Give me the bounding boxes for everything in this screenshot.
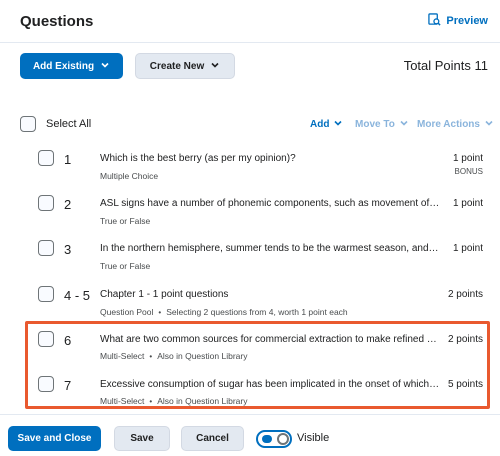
preview-icon [428,13,442,29]
toggle-on-indicator [262,435,272,443]
question-checkbox[interactable] [38,195,54,211]
visible-label: Visible [297,432,330,444]
create-new-label: Create New [149,60,205,72]
move-to-button[interactable]: Move To [355,118,409,131]
move-to-label: Move To [355,119,395,130]
question-type: Question Pool [100,307,154,317]
question-title[interactable]: Which is the best berry (as per my opini… [100,153,440,164]
question-number: 3 [64,242,72,257]
question-title[interactable]: ASL signs have a number of phonemic comp… [100,198,440,209]
toggle-knob [277,433,289,445]
add-existing-button[interactable]: Add Existing [20,53,123,79]
save-label: Save [130,433,154,444]
more-actions-button[interactable]: More Actions [417,118,494,131]
question-type: True or False [100,216,151,226]
question-number: 4 - 5 [64,288,91,303]
question-number: 2 [64,197,72,212]
total-points: Total Points 11 [403,58,488,73]
save-and-close-button[interactable]: Save and Close [8,426,101,451]
chevron-down-icon [399,118,409,131]
question-title[interactable]: Chapter 1 - 1 point questions [100,289,440,300]
select-all-checkbox[interactable] [20,116,36,132]
save-and-close-label: Save and Close [17,433,92,444]
page-header: Questions Preview [0,0,500,43]
chevron-down-icon [484,118,494,131]
question-meta: Multiple Choice [100,171,158,181]
question-checkbox[interactable] [38,150,54,166]
chevron-down-icon [100,60,110,73]
question-number: 1 [64,152,72,167]
chevron-down-icon [210,60,220,73]
separator-dot: • [158,307,162,317]
question-points: 1 point [452,153,483,164]
page-title: Questions [20,13,94,30]
cancel-button[interactable]: Cancel [181,426,244,451]
visible-toggle[interactable] [256,430,292,448]
question-title[interactable]: In the northern hemisphere, summer tends… [100,243,440,254]
add-menu-label: Add [310,119,330,130]
question-meta: True or False [100,261,150,271]
question-type: Multiple Choice [100,171,159,181]
more-actions-label: More Actions [417,119,480,130]
chevron-down-icon [333,118,343,131]
preview-button[interactable]: Preview [428,13,488,29]
create-new-button[interactable]: Create New [135,53,235,79]
bonus-badge: BONUS [454,167,483,176]
question-points: 1 point [452,198,483,209]
preview-label: Preview [446,15,488,27]
add-existing-label: Add Existing [32,60,95,72]
question-meta: Question Pool • Selecting 2 questions fr… [100,307,348,317]
question-points: 1 point [452,243,483,254]
question-type: True or False [100,261,151,271]
select-all-label: Select All [46,118,92,130]
question-checkbox[interactable] [38,286,54,302]
highlight-box [25,321,490,409]
question-extra: Selecting 2 questions from 4, worth 1 po… [166,307,348,317]
question-checkbox[interactable] [38,240,54,256]
cancel-label: Cancel [196,433,229,444]
add-menu-button[interactable]: Add [310,118,343,131]
save-button[interactable]: Save [114,426,170,451]
select-all: Select All [20,116,91,132]
question-meta: True or False [100,216,150,226]
question-points: 2 points [447,289,483,300]
